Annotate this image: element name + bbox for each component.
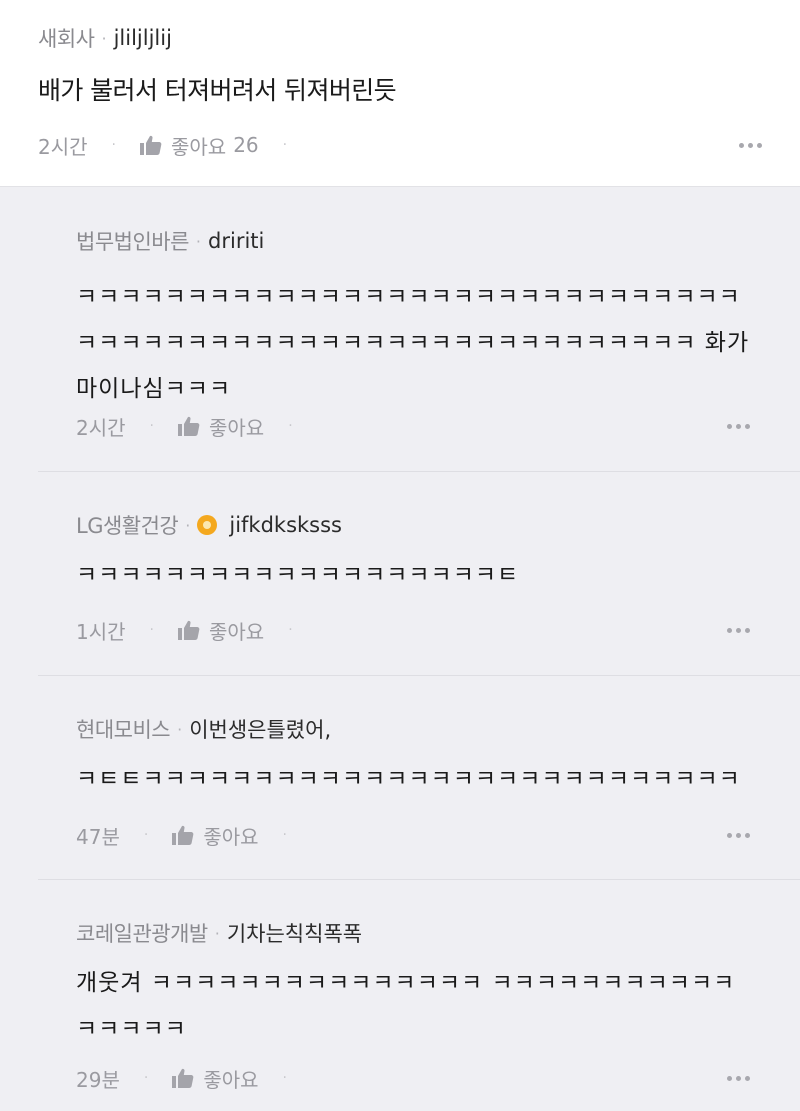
reply-username[interactable]: jifkdksksss <box>229 513 342 537</box>
action-separator: · <box>282 1070 287 1086</box>
reply-actions: 1시간 · 좋아요 · <box>76 614 750 646</box>
meta-separator: · <box>177 719 183 739</box>
reply-text: ㅋㅋㅋㅋㅋㅋㅋㅋㅋㅋㅋㅋㅋㅋㅋㅋㅋㅋㅋㅌ <box>76 562 520 588</box>
like-button[interactable]: 좋아요 <box>177 412 265 441</box>
action-separator: · <box>282 827 287 843</box>
reply-meta: LG생활건강 · jifkdksksss <box>76 509 342 541</box>
post-actions: 2시간 · 좋아요 26 · <box>38 128 762 162</box>
thumbs-up-icon <box>177 416 200 436</box>
like-label: 좋아요 <box>203 1067 259 1092</box>
action-separator: · <box>143 827 149 843</box>
reply-time: 2시간 <box>76 415 126 440</box>
action-separator: · <box>149 622 154 638</box>
reply-item: 현대모비스 · 이번생은틀렸어, ㅋㅌㅌㅋㅋㅋㅋㅋㅋㅋㅋㅋㅋㅋㅋㅋㅋㅋㅋㅋㅋㅋㅋ… <box>38 676 800 880</box>
like-label: 좋아요 <box>203 824 259 849</box>
reply-actions: 2시간 · 좋아요 · <box>76 410 750 442</box>
post-username[interactable]: jliljljlij <box>114 26 172 50</box>
more-options-icon[interactable] <box>723 418 750 435</box>
action-separator: · <box>149 418 154 434</box>
reply-actions: 47분 · 좋아요 · <box>76 819 750 851</box>
thumbs-up-icon <box>139 135 162 155</box>
like-label: 좋아요 <box>170 134 227 159</box>
like-label: 좋아요 <box>208 619 265 644</box>
thumbs-up-icon <box>172 1068 194 1088</box>
action-separator: · <box>111 137 116 153</box>
avatar[interactable] <box>197 515 218 535</box>
reply-meta: 현대모비스 · 이번생은틀렸어, <box>76 713 331 745</box>
thumbs-up-icon <box>177 620 200 640</box>
like-count: 26 <box>233 133 259 157</box>
post-text: 배가 불러서 터져버려서 뒤져버린듯 <box>38 76 397 105</box>
post-time: 2시간 <box>38 134 88 159</box>
like-button[interactable]: 좋아요 <box>177 616 265 645</box>
action-separator: · <box>143 1070 149 1086</box>
post-company[interactable]: 새회사 <box>38 23 95 53</box>
more-options-icon[interactable] <box>723 1070 750 1087</box>
like-label: 좋아요 <box>208 415 265 440</box>
post-meta: 새회사 · jliljljlij <box>38 22 762 54</box>
reply-time: 47분 <box>76 824 120 849</box>
reply-meta: 법무법인바른 · dririti <box>76 225 264 257</box>
reply-username[interactable]: 이번생은틀렸어, <box>189 714 331 744</box>
reply-item: LG생활건강 · jifkdksksss ㅋㅋㅋㅋㅋㅋㅋㅋㅋㅋㅋㅋㅋㅋㅋㅋㅋㅋㅋ… <box>38 472 800 676</box>
reply-text: ㅋㅋㅋㅋㅋㅋㅋㅋㅋㅋㅋㅋㅋㅋㅋㅋㅋㅋㅋㅋㅋㅋㅋㅋㅋㅋㅋㅋㅋㅋㅋㅋㅋㅋㅋㅋㅋㅋㅋㅋ… <box>76 284 750 402</box>
like-button[interactable]: 좋아요 <box>172 1064 259 1093</box>
action-separator: · <box>288 418 293 434</box>
reply-company[interactable]: LG생활건강 <box>76 510 179 540</box>
like-button[interactable]: 좋아요 <box>172 821 259 850</box>
more-options-icon[interactable] <box>723 827 750 844</box>
meta-separator: · <box>195 231 202 251</box>
main-post: 새회사 · jliljljlij 배가 불러서 터져버려서 뒤져버린듯 2시간 … <box>0 0 800 187</box>
reply-list: 법무법인바른 · dririti ㅋㅋㅋㅋㅋㅋㅋㅋㅋㅋㅋㅋㅋㅋㅋㅋㅋㅋㅋㅋㅋㅋㅋ… <box>0 187 800 1110</box>
meta-separator: · <box>214 923 220 943</box>
action-separator: · <box>282 137 288 153</box>
reply-time: 1시간 <box>76 619 126 644</box>
more-options-icon[interactable] <box>735 137 762 154</box>
action-separator: · <box>288 622 293 638</box>
reply-item: 법무법인바른 · dririti ㅋㅋㅋㅋㅋㅋㅋㅋㅋㅋㅋㅋㅋㅋㅋㅋㅋㅋㅋㅋㅋㅋㅋ… <box>38 187 800 472</box>
reply-time: 29분 <box>76 1067 120 1092</box>
reply-company[interactable]: 코레일관광개발 <box>76 918 208 948</box>
meta-separator: · <box>101 28 107 48</box>
reply-item: 코레일관광개발 · 기차는칙칙폭폭 개웃겨 ㅋㅋㅋㅋㅋㅋㅋㅋㅋㅋㅋㅋㅋㅋㅋ ㅋㅋ… <box>38 880 800 1110</box>
more-options-icon[interactable] <box>723 622 750 639</box>
reply-text: 개웃겨 ㅋㅋㅋㅋㅋㅋㅋㅋㅋㅋㅋㅋㅋㅋㅋ ㅋㅋㅋㅋㅋㅋㅋㅋㅋㅋㅋㅋㅋㅋㅋㅋ <box>76 970 736 1042</box>
reply-company[interactable]: 법무법인바른 <box>76 226 189 256</box>
reply-meta: 코레일관광개발 · 기차는칙칙폭폭 <box>76 917 362 949</box>
meta-separator: · <box>185 515 191 535</box>
like-button[interactable]: 좋아요 26 <box>139 131 259 160</box>
reply-company[interactable]: 현대모비스 <box>76 714 171 744</box>
reply-username[interactable]: 기차는칙칙폭폭 <box>227 918 362 948</box>
reply-actions: 29분 · 좋아요 · <box>76 1062 750 1094</box>
reply-text: ㅋㅌㅌㅋㅋㅋㅋㅋㅋㅋㅋㅋㅋㅋㅋㅋㅋㅋㅋㅋㅋㅋㅋㅋㅋㅋㅋㅋㅋㅋ <box>76 766 741 792</box>
thumbs-up-icon <box>172 825 194 845</box>
reply-username[interactable]: dririti <box>208 229 264 253</box>
